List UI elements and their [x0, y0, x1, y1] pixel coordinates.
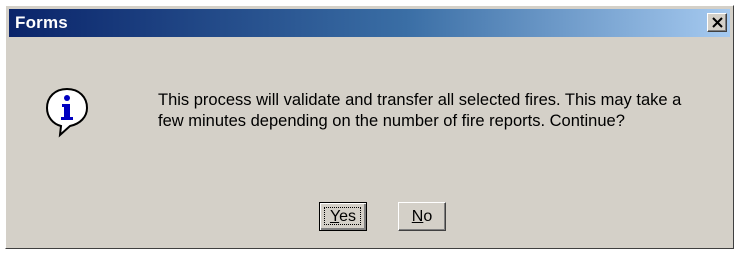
- yes-button[interactable]: Yes: [319, 202, 367, 231]
- close-button[interactable]: [707, 13, 727, 32]
- information-icon: [44, 86, 90, 138]
- message-text: This process will validate and transfer …: [158, 91, 682, 130]
- no-button-label: No: [411, 208, 433, 225]
- no-button[interactable]: No: [398, 202, 446, 231]
- title-bar[interactable]: Forms: [9, 9, 730, 37]
- close-icon: [712, 17, 723, 28]
- yes-button-label: Yes: [329, 208, 357, 225]
- dialog-window: Forms This process will validate and tra…: [5, 5, 734, 249]
- window-title: Forms: [15, 13, 68, 32]
